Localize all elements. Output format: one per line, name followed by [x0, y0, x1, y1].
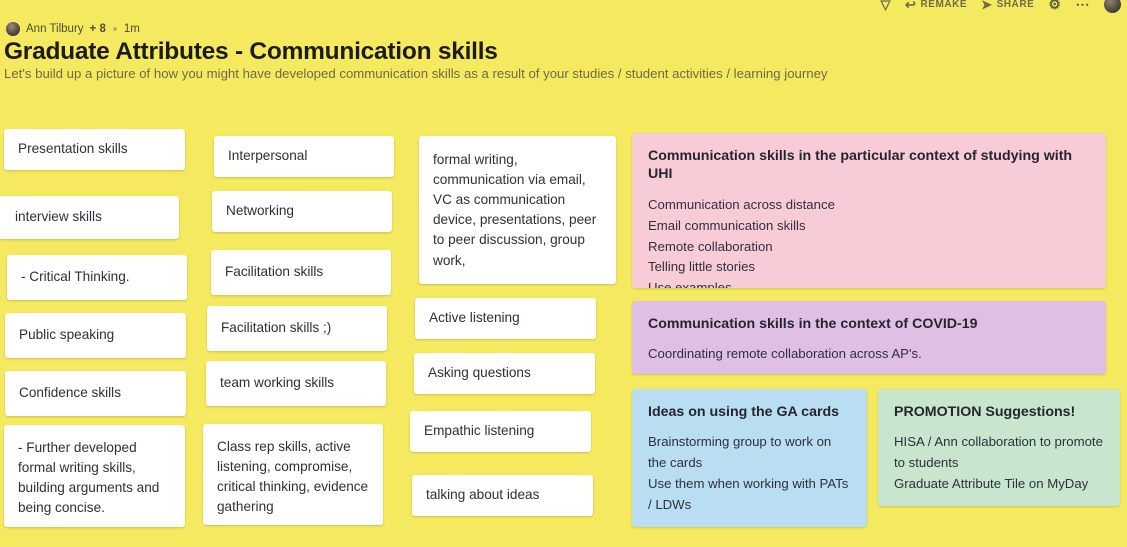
remake-button[interactable]: ↩ REMAKE — [905, 0, 967, 11]
separator-dot-icon — [112, 27, 117, 31]
top-toolbar: ▽ ↩ REMAKE ➤ SHARE ⚙ ⋯ — [880, 0, 1121, 17]
card-active-listening[interactable]: Active listening — [415, 298, 596, 339]
like-button[interactable]: ▽ — [880, 0, 891, 11]
panel-title: PROMOTION Suggestions! — [894, 404, 1076, 420]
card-formal-writing-skills[interactable]: - Further developed formal writing skill… — [4, 425, 185, 527]
card-confidence-skills[interactable]: Confidence skills — [5, 371, 186, 416]
card-interview-skills[interactable]: interview skills — [0, 196, 179, 239]
panel-promotion-suggestions[interactable]: PROMOTION Suggestions! HISA / Ann collab… — [878, 389, 1120, 506]
panel-uhi-context[interactable]: Communication skills in the particular c… — [632, 133, 1106, 288]
panel-line: HISA / Ann collaboration to promote to s… — [894, 434, 1103, 471]
card-presentation-skills[interactable]: Presentation skills — [4, 129, 185, 170]
panel-line: Use them when working with PATs / LDWs — [648, 476, 849, 513]
last-edited-time: 1m — [123, 23, 140, 35]
more-options-icon: ⋯ — [1075, 0, 1090, 12]
card-asking-questions[interactable]: Asking questions — [414, 353, 595, 394]
panel-line: Graduate Attribute Tile on MyDay — [894, 476, 1089, 492]
panel-line: Use examples — [648, 280, 732, 288]
panel-ga-card-ideas[interactable]: Ideas on using the GA cards Brainstormin… — [632, 389, 867, 527]
settings-button[interactable]: ⚙ — [1048, 0, 1061, 11]
page-title: Graduate Attributes - Communication skil… — [4, 38, 498, 65]
byline: Ann Tilbury + 8 1m — [6, 22, 140, 36]
card-class-rep-skills[interactable]: Class rep skills, active listening, comp… — [203, 424, 383, 525]
panel-line: Remote collaboration — [648, 238, 773, 254]
panel-title: Communication skills in the context of C… — [648, 316, 978, 332]
panel-covid-context[interactable]: Communication skills in the context of C… — [632, 301, 1106, 374]
card-critical-thinking[interactable]: - Critical Thinking. — [7, 255, 187, 300]
card-empathic-listening[interactable]: Empathic listening — [410, 411, 591, 452]
card-talking-about-ideas[interactable]: talking about ideas — [412, 475, 593, 516]
panel-title: Communication skills in the particular c… — [648, 148, 1073, 183]
panel-line: Coordinating remote collaboration across… — [648, 346, 922, 362]
more-options-button[interactable]: ⋯ — [1075, 0, 1090, 11]
share-button[interactable]: ➤ SHARE — [981, 0, 1034, 11]
panel-title: Ideas on using the GA cards — [648, 404, 840, 420]
panel-line: Communication across distance — [648, 196, 835, 212]
share-label: SHARE — [996, 0, 1035, 10]
collaborator-count[interactable]: + 8 — [90, 23, 106, 35]
panel-line: Email communication skills — [648, 217, 806, 233]
card-formal-writing-list[interactable]: formal writing, communication via email,… — [419, 136, 616, 284]
share-arrow-icon: ➤ — [981, 0, 993, 12]
remake-arrow-icon: ↩ — [905, 0, 917, 12]
user-avatar[interactable] — [1104, 0, 1121, 13]
chevron-down-icon: ▽ — [880, 0, 892, 12]
author-name: Ann Tilbury — [26, 23, 84, 35]
card-team-working-skills[interactable]: team working skills — [206, 361, 386, 406]
panel-line: Telling little stories — [648, 259, 756, 275]
card-networking[interactable]: Networking — [212, 191, 392, 232]
card-public-speaking[interactable]: Public speaking — [5, 313, 186, 358]
gear-icon: ⚙ — [1048, 0, 1062, 12]
page-subtitle: Let's build up a picture of how you migh… — [4, 66, 828, 81]
remake-label: REMAKE — [920, 0, 968, 10]
card-facilitation-skills[interactable]: Facilitation skills — [211, 250, 391, 295]
panel-line: Brainstorming group to work on the cards — [648, 434, 832, 471]
card-interpersonal[interactable]: Interpersonal — [214, 136, 394, 177]
card-facilitation-skills-2[interactable]: Facilitation skills ;) — [207, 306, 387, 351]
avatar[interactable] — [6, 22, 20, 36]
